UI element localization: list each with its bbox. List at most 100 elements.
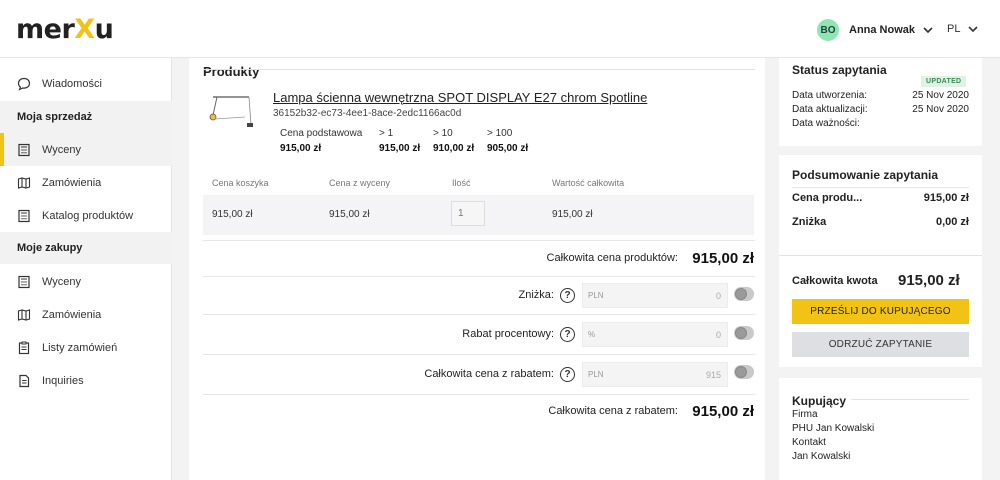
product-thumbnail[interactable] [201,89,257,135]
chat-bubble-icon [17,77,31,91]
sidebar-item-label: Zamówienia [42,176,102,189]
contact-label: Kontakt [792,437,826,448]
percent-discount-toggle[interactable] [734,326,754,340]
buyer-title: Kupujący [792,394,847,408]
products-total-label: Całkowita cena produktów: [546,252,678,264]
send-to-buyer-button[interactable]: PRZEŚLIJ DO KUPUJĄCEGO [792,299,969,324]
created-date-label: Data utworzenia: [792,90,868,101]
sidebar-item-label: Wyceny [42,275,82,288]
sidebar-item-sales-orders[interactable]: Zamówienia [0,166,172,199]
calculator-icon [18,209,30,222]
tier-label: > 10 [433,128,453,139]
sidebar-item-inquiries[interactable]: Inquiries [0,364,172,397]
product-name-link[interactable]: Lampa ścienna wewnętrzna SPOT DISPLAY E2… [273,90,647,105]
final-total-label: Całkowita cena z rabatem: [548,405,678,417]
sidebar-item-purchase-orders[interactable]: Zamówienia [0,298,172,331]
tier-value: 915,00 zł [280,143,322,154]
sidebar-item-label: Inquiries [42,374,84,387]
cart-price-cell: 915,00 zł [212,209,253,220]
sidebar-item-purchase-quotes[interactable]: Wyceny [0,265,172,298]
help-icon[interactable]: ? [560,327,575,342]
sidebar: Wiadomości Moja sprzedaż Wyceny Zamówien… [0,58,172,480]
price-tier-10: > 10 910,00 zł [433,128,474,154]
sidebar-item-order-lists[interactable]: Listy zamówień [0,331,172,364]
sidebar-item-label: Wiadomości [42,77,102,90]
tier-label: > 1 [379,128,394,139]
language-label[interactable]: PL [947,23,960,35]
help-icon[interactable]: ? [560,367,575,382]
products-panel: Produkty [189,58,765,480]
company-value: PHU Jan Kowalski [792,423,875,434]
map-icon [17,308,31,321]
contact-value: Jan Kowalski [792,451,851,462]
percent-value: 0 [715,330,721,340]
document-icon [19,374,30,387]
sidebar-item-messages[interactable]: Wiadomości [0,67,172,100]
sidebar-item-label: Wyceny [42,143,82,156]
final-total-value: 915,00 zł [692,403,754,420]
discounted-total-value: 915 [705,370,721,380]
quantity-input[interactable]: 1 [451,201,485,226]
discounted-total-label: Całkowita cena z rabatem: [424,368,554,380]
divider [792,187,969,188]
discounted-total-toggle[interactable] [734,365,754,379]
avatar[interactable]: BO [817,19,839,41]
divider [203,394,755,395]
tier-value: 915,00 zł [379,143,421,154]
summary-total-label: Całkowita kwota [792,275,878,287]
divider [851,399,969,400]
help-icon[interactable]: ? [560,288,575,303]
sidebar-heading-my-purchases: Moje zakupy [0,232,172,264]
tier-label: > 100 [487,128,513,139]
summary-discount-value: 0,00 zł [935,216,969,228]
discounted-total-input[interactable]: PLN 915 [582,362,728,387]
created-date-value: 25 Nov 2020 [912,90,969,101]
summary-price-label: Cena produ... [792,192,863,204]
tier-label: Cena podstawowa [280,128,363,139]
summary-price-value: 915,00 zł [923,192,969,204]
reject-inquiry-button[interactable]: ODRZUĆ ZAPYTANIE [792,332,969,357]
divider [203,314,755,315]
discount-input[interactable]: PLN 0 [582,283,728,308]
status-title: Status zapytania [792,63,887,77]
updated-date-value: 25 Nov 2020 [912,104,969,115]
divider [203,240,755,241]
chevron-down-icon[interactable] [966,22,980,36]
product-id: 36152b32-ec73-4ee1-8ace-2edc1166ac0d [273,108,462,119]
language-selector[interactable]: PL [947,22,980,36]
sidebar-item-label: Zamówienia [42,308,102,321]
percent-discount-input[interactable]: % 0 [582,322,728,347]
user-name[interactable]: Anna Nowak [849,24,915,36]
table-header-total-value: Wartość całkowita [552,178,625,188]
merxu-logo[interactable]: merXu [16,14,114,45]
discount-label: Zniżka: [518,289,554,301]
sidebar-item-label: Katalog produktów [42,209,134,222]
calculator-icon [18,275,30,288]
sidebar-item-sales-quotes[interactable]: Wyceny [0,133,172,166]
chevron-down-icon[interactable] [921,23,935,37]
total-value-cell: 915,00 zł [552,209,593,220]
summary-total-value: 915,00 zł [898,272,960,289]
table-header-quantity: Ilość [452,178,471,188]
divider [203,276,755,277]
currency-prefix: PLN [588,291,604,300]
user-menu[interactable]: BO Anna Nowak [817,19,935,41]
products-total-value: 915,00 zł [692,250,754,267]
discount-toggle[interactable] [734,287,754,301]
percent-prefix: % [588,330,596,339]
sidebar-item-label: Listy zamówień [42,341,118,354]
products-section-title: Produkty [203,64,260,79]
clipboard-list-icon [18,341,30,354]
tier-value: 910,00 zł [433,143,475,154]
divider [779,255,982,256]
expiry-date-label: Data ważności: [792,118,860,129]
quote-price-cell: 915,00 zł [329,209,370,220]
status-badge: UPDATED [921,76,967,87]
price-tier-base: Cena podstawowa 915,00 zł [280,128,362,154]
summary-title: Podsumowanie zapytania [792,168,939,182]
currency-prefix: PLN [588,370,604,379]
sidebar-item-product-catalog[interactable]: Katalog produktów [0,199,172,232]
calculator-icon [18,143,30,156]
map-icon [17,176,31,189]
divider [203,69,755,70]
